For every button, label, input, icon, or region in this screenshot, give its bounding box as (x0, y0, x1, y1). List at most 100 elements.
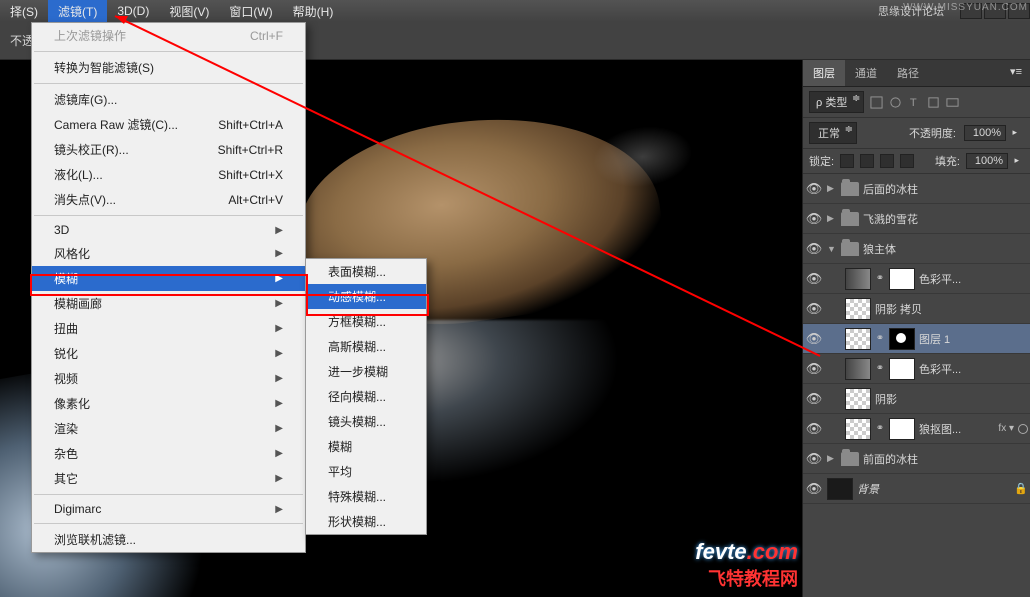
lock-all-icon[interactable] (900, 154, 914, 168)
submenu-surface-blur[interactable]: 表面模糊... (306, 259, 426, 284)
link-icon[interactable]: ⚭ (875, 333, 885, 344)
menu-blur[interactable]: 模糊▶ (32, 266, 305, 291)
mask-thumb[interactable] (889, 358, 915, 380)
visibility-icon[interactable]: 👁 (805, 421, 823, 437)
mask-thumb[interactable] (889, 268, 915, 290)
visibility-icon[interactable]: 👁 (805, 481, 823, 497)
menu-lens-correction[interactable]: 镜头校正(R)...Shift+Ctrl+R (32, 137, 305, 162)
mask-thumb[interactable] (889, 328, 915, 350)
layer-item[interactable]: 👁 阴影 (803, 384, 1030, 414)
filter-smart-icon[interactable] (946, 96, 959, 109)
visibility-icon[interactable]: 👁 (805, 241, 823, 257)
visibility-icon[interactable]: 👁 (805, 361, 823, 377)
link-icon[interactable]: ⚭ (875, 423, 885, 434)
layer-name[interactable]: 狼主体 (863, 241, 1028, 257)
fx-badge[interactable]: fx ▾ (998, 423, 1014, 434)
layer-item[interactable]: 👁 ⚭ 狼抠图... fx ▾ (803, 414, 1030, 444)
lock-trans-icon[interactable] (840, 154, 854, 168)
layer-name[interactable]: 后面的冰柱 (863, 181, 1028, 197)
layer-adjustment[interactable]: 👁 ⚭ 色彩平... (803, 354, 1030, 384)
layer-item[interactable]: 👁 阴影 拷贝 (803, 294, 1030, 324)
menu-noise[interactable]: 杂色▶ (32, 441, 305, 466)
visibility-icon[interactable]: 👁 (805, 451, 823, 467)
menu-pixelate[interactable]: 像素化▶ (32, 391, 305, 416)
menu-liquify[interactable]: 液化(L)...Shift+Ctrl+X (32, 162, 305, 187)
lock-pos-icon[interactable] (880, 154, 894, 168)
disclose-icon[interactable]: ▼ (827, 244, 837, 254)
menu-sharpen[interactable]: 锐化▶ (32, 341, 305, 366)
layer-group[interactable]: 👁 ▼ 狼主体 (803, 234, 1030, 264)
submenu-motion-blur[interactable]: 动感模糊... (306, 284, 426, 309)
layer-item-selected[interactable]: 👁 ⚭ 图层 1 (803, 324, 1030, 354)
disclose-icon[interactable]: ▶ (827, 213, 837, 224)
link-icon[interactable]: ⚭ (875, 363, 885, 374)
layer-name[interactable]: 阴影 拷贝 (875, 301, 1028, 317)
submenu-lens-blur[interactable]: 镜头模糊... (306, 409, 426, 434)
menu-other[interactable]: 其它▶ (32, 466, 305, 491)
link-icon[interactable]: ⚭ (875, 273, 885, 284)
visibility-icon[interactable]: 👁 (805, 331, 823, 347)
disclose-icon[interactable]: ▶ (827, 183, 837, 194)
visibility-icon[interactable]: 👁 (805, 211, 823, 227)
submenu-smart-blur[interactable]: 特殊模糊... (306, 484, 426, 509)
menu-select[interactable]: 择(S) (0, 0, 48, 23)
menu-render[interactable]: 渲染▶ (32, 416, 305, 441)
tab-paths[interactable]: 路径 (887, 60, 929, 86)
menu-filter-gallery[interactable]: 滤镜库(G)... (32, 87, 305, 112)
tab-layers[interactable]: 图层 (803, 60, 845, 86)
menu-blur-gallery[interactable]: 模糊画廊▶ (32, 291, 305, 316)
layer-name[interactable]: 图层 1 (919, 331, 1028, 347)
layer-name[interactable]: 前面的冰柱 (863, 451, 1028, 467)
menu-3d-sub[interactable]: 3D▶ (32, 219, 305, 241)
visibility-icon[interactable]: 👁 (805, 301, 823, 317)
menu-filter[interactable]: 滤镜(T) (48, 0, 107, 23)
menu-distort[interactable]: 扭曲▶ (32, 316, 305, 341)
submenu-blur[interactable]: 模糊 (306, 434, 426, 459)
submenu-blur-more[interactable]: 进一步模糊 (306, 359, 426, 384)
layer-adjustment[interactable]: 👁 ⚭ 色彩平... (803, 264, 1030, 294)
submenu-radial-blur[interactable]: 径向模糊... (306, 384, 426, 409)
opacity-value[interactable]: 100% (964, 125, 1006, 141)
filter-type-icon[interactable]: T (908, 96, 921, 109)
filter-kind-select[interactable]: ρ 类型 (809, 91, 864, 113)
filter-pixel-icon[interactable] (870, 96, 883, 109)
menu-digimarc[interactable]: Digimarc▶ (32, 498, 305, 520)
visibility-icon[interactable]: 👁 (805, 391, 823, 407)
submenu-gaussian-blur[interactable]: 高斯模糊... (306, 334, 426, 359)
visibility-icon[interactable]: 👁 (805, 271, 823, 287)
menu-help[interactable]: 帮助(H) (283, 0, 344, 23)
blend-mode-select[interactable]: 正常 (809, 122, 857, 144)
layer-name[interactable]: 色彩平... (919, 271, 1028, 287)
tab-channels[interactable]: 通道 (845, 60, 887, 86)
submenu-shape-blur[interactable]: 形状模糊... (306, 509, 426, 534)
lock-pixel-icon[interactable] (860, 154, 874, 168)
layer-name[interactable]: 背景 (857, 481, 1010, 497)
layer-name[interactable]: 狼抠图... (919, 421, 994, 437)
submenu-box-blur[interactable]: 方框模糊... (306, 309, 426, 334)
filter-shape-icon[interactable] (927, 96, 940, 109)
menu-view[interactable]: 视图(V) (159, 0, 219, 23)
menu-video[interactable]: 视频▶ (32, 366, 305, 391)
visibility-icon[interactable]: 👁 (805, 181, 823, 197)
layer-group[interactable]: 👁 ▶ 前面的冰柱 (803, 444, 1030, 474)
menu-browse-online[interactable]: 浏览联机滤镜... (32, 527, 305, 552)
layer-name[interactable]: 阴影 (875, 391, 1028, 407)
layer-thumb (845, 268, 871, 290)
panel-menu-icon[interactable]: ▾≡ (1002, 60, 1030, 86)
filter-adjust-icon[interactable] (889, 96, 902, 109)
layer-name[interactable]: 飞溅的雪花 (863, 211, 1028, 227)
menu-window[interactable]: 窗口(W) (219, 0, 282, 23)
menu-camera-raw[interactable]: Camera Raw 滤镜(C)...Shift+Ctrl+A (32, 112, 305, 137)
mask-thumb[interactable] (889, 418, 915, 440)
fill-value[interactable]: 100% (966, 153, 1008, 169)
disclose-icon[interactable]: ▶ (827, 453, 837, 464)
layer-group[interactable]: 👁 ▶ 后面的冰柱 (803, 174, 1030, 204)
layer-group[interactable]: 👁 ▶ 飞溅的雪花 (803, 204, 1030, 234)
layer-name[interactable]: 色彩平... (919, 361, 1028, 377)
menu-3d[interactable]: 3D(D) (107, 1, 159, 21)
menu-stylize[interactable]: 风格化▶ (32, 241, 305, 266)
layer-background[interactable]: 👁 背景 🔒 (803, 474, 1030, 504)
submenu-average[interactable]: 平均 (306, 459, 426, 484)
menu-vanishing-point[interactable]: 消失点(V)...Alt+Ctrl+V (32, 187, 305, 212)
menu-smart-filter[interactable]: 转换为智能滤镜(S) (32, 55, 305, 80)
